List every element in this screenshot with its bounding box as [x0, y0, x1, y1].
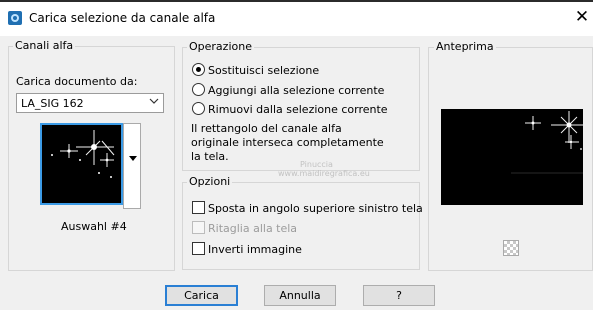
- checkbox-sposta[interactable]: [192, 201, 205, 214]
- radio-rimuovi[interactable]: [192, 102, 205, 115]
- document-select-value: LA_SIG 162: [21, 97, 84, 110]
- annulla-button[interactable]: Annulla: [264, 285, 336, 306]
- radio-rimuovi-label[interactable]: Rimuovi dalla selezione corrente: [208, 103, 388, 116]
- window-title: Carica selezione da canale alfa: [29, 11, 216, 25]
- thumbnail-caption: Auswahl #4: [61, 220, 127, 233]
- preview-sparkles: [511, 111, 583, 174]
- operazione-legend: Operazione: [187, 40, 254, 53]
- chevron-down-icon: [129, 154, 137, 163]
- opzioni-legend: Opzioni: [187, 175, 233, 188]
- radio-selected-dot: [196, 67, 201, 72]
- watermark-line-1: Pinuccia: [300, 160, 333, 169]
- radio-sostituisci[interactable]: [192, 63, 205, 76]
- radio-aggiungi[interactable]: [192, 83, 205, 96]
- thumbnail-dropdown-button[interactable]: [123, 123, 141, 209]
- sparkle-image: [51, 130, 115, 178]
- watermark: Pinuccia www.maidiregrafica.eu: [278, 160, 370, 178]
- canali-alfa-legend: Canali alfa: [13, 39, 76, 52]
- checkbox-ritaglia-label: Ritaglia alla tela: [208, 222, 298, 235]
- checkerboard-icon[interactable]: [503, 240, 519, 256]
- close-icon[interactable]: ✕: [572, 7, 592, 27]
- radio-aggiungi-label[interactable]: Aggiungi alla selezione corrente: [208, 84, 384, 97]
- checkbox-inverti[interactable]: [192, 242, 205, 255]
- chevron-down-icon: [149, 97, 159, 108]
- info-text-line-1: Il rettangolo del canale alfa: [191, 122, 342, 135]
- document-select[interactable]: LA_SIG 162: [16, 93, 164, 113]
- alpha-channel-thumbnail[interactable]: [40, 123, 123, 205]
- checkbox-sposta-label[interactable]: Sposta in angolo superiore sinistro tela: [208, 202, 423, 215]
- preview-image: [441, 109, 583, 205]
- info-text-line-3: la tela.: [191, 150, 229, 163]
- anteprima-legend: Anteprima: [434, 40, 496, 53]
- watermark-line-2: www.maidiregrafica.eu: [278, 169, 370, 178]
- help-button[interactable]: ?: [363, 285, 435, 306]
- carica-documento-label: Carica documento da:: [16, 75, 138, 88]
- info-text-line-2: originale interseca completamente: [191, 136, 384, 149]
- carica-button[interactable]: Carica: [165, 285, 238, 306]
- radio-sostituisci-label[interactable]: Sostituisci selezione: [208, 64, 319, 77]
- app-icon: [8, 11, 22, 25]
- checkbox-inverti-label[interactable]: Inverti immagine: [208, 243, 302, 256]
- checkbox-ritaglia: [192, 221, 205, 234]
- title-bar: Carica selezione da canale alfa ✕: [0, 0, 593, 36]
